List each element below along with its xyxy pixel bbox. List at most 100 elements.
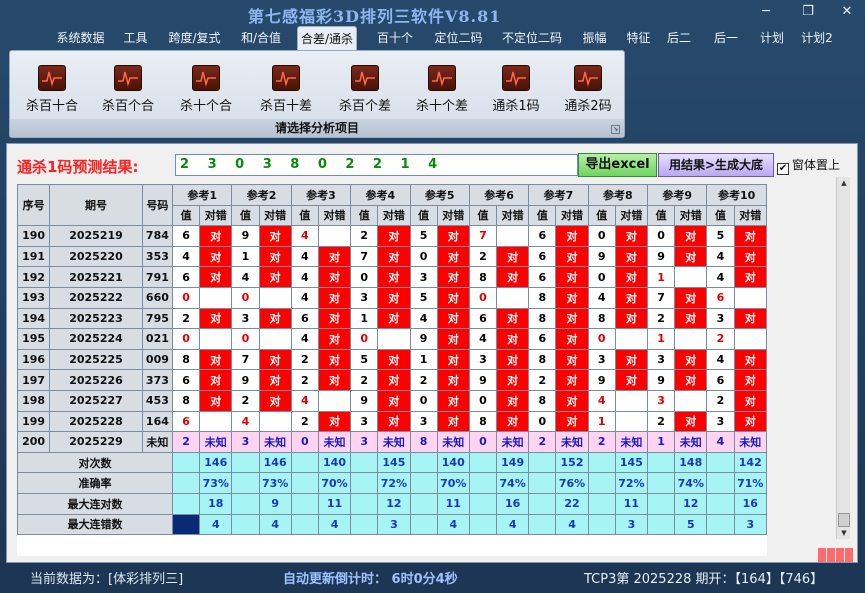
prediction-label: 通杀1码预测结果:: [17, 158, 139, 176]
row-value: 0: [646, 225, 676, 247]
menu-item-9[interactable]: 特征: [622, 26, 655, 50]
ribbon-tool-5[interactable]: 杀十个差: [407, 65, 477, 115]
row-result: 对: [674, 410, 708, 433]
current-row[interactable]: 200 2025229 未知 2 未知 3 未知 0 未知 3 未知 8 未知 0 未知 2 未知 2 未知 1 未知 4…: [17, 431, 767, 453]
ribbon-expand-icon[interactable]: ↘: [611, 125, 620, 134]
stat-spacer: [468, 451, 498, 474]
row-value: 2: [468, 245, 498, 268]
generate-base-button[interactable]: 用结果>生成大底: [658, 153, 774, 177]
minimize-button[interactable]: ─: [752, 3, 780, 21]
checkbox-check-icon[interactable]: ✔: [777, 163, 789, 175]
scrollbar-thumb[interactable]: [838, 513, 850, 527]
table-row[interactable]: 193 2025222 660 0 0 4 对 3 对 5 对 0 8 对 4 对 7 对 6: [17, 286, 767, 309]
table-row[interactable]: 195 2025224 021 0 0 4 对 0 9 对 4 对 6 对 0 1 2: [17, 328, 767, 350]
menu-item-1[interactable]: 工具: [121, 26, 150, 50]
row-result: 对: [258, 266, 292, 288]
stat-row: 最大连对数 18 9 11 12 11 16 22 11 12 16: [17, 492, 767, 515]
row-result: 对: [258, 307, 292, 330]
row-result: [258, 328, 292, 350]
row-number: 353: [141, 245, 174, 268]
current-value: 2: [528, 431, 557, 453]
current-value: 2: [171, 431, 201, 453]
ribbon-tool-4[interactable]: 杀百个差: [330, 65, 400, 115]
row-number: 009: [141, 348, 174, 371]
menu-item-6[interactable]: 定位二码: [430, 26, 487, 50]
row-result: 对: [614, 307, 649, 330]
current-result: 未知: [436, 431, 470, 453]
table-row[interactable]: 190 2025219 784 6 对 9 对 4 2 对 5 对 7 6 对 0 对 0 对 5 对: [17, 225, 767, 247]
chart-tool-icon: [502, 65, 530, 91]
table-row[interactable]: 196 2025225 009 8 对 7 对 2 对 5 对 1 对 3 对 8 对 3 对 3 对 4 对: [17, 348, 767, 371]
menu-item-8[interactable]: 振幅: [578, 26, 611, 50]
menu-item-0[interactable]: 系统数据: [52, 26, 109, 50]
ribbon-tool-7[interactable]: 通杀2码: [553, 65, 623, 115]
menu-item-12[interactable]: 计划: [757, 26, 787, 50]
stat-row: 对次数 146 146 140 145 140 149 152 145 148 142: [17, 451, 767, 474]
row-result: 对: [496, 410, 530, 433]
row-value: 9: [231, 225, 260, 247]
row-result: 对: [555, 348, 589, 371]
stat-row: 准确率 73% 73% 70% 72% 70% 74% 76% 72% 74% 71%: [17, 472, 767, 494]
row-result: [199, 410, 233, 433]
table-row[interactable]: 197 2025226 373 6 对 9 对 2 对 2 对 2 对 9 对 2 对 9 对 9 对 6 对: [17, 369, 767, 391]
scroll-down-icon[interactable]: ▼: [838, 527, 850, 539]
row-result: 对: [317, 369, 352, 391]
vertical-scrollbar[interactable]: ▲ ▼: [836, 177, 850, 539]
stat-value: 72%: [377, 472, 411, 494]
menu-item-2[interactable]: 跨度/复式: [165, 26, 224, 50]
table-row[interactable]: 194 2025223 795 2 对 3 对 6 对 1 对 4 对 6 对 8 对 8 对 2 对 3 对: [17, 307, 767, 330]
row-value: 4: [290, 389, 319, 412]
chart-tool-icon: [351, 65, 379, 91]
row-value: 5: [409, 286, 438, 309]
stat-value: 3: [614, 513, 649, 536]
ribbon-tool-6[interactable]: 通杀1码: [481, 65, 551, 115]
prediction-value[interactable]: 2 3 0 3 8 0 2 2 1 4: [175, 154, 578, 176]
status-countdown: 自动更新倒计时： 6时0分4秒: [283, 572, 458, 587]
table-row[interactable]: 192 2025221 791 6 对 4 对 4 对 0 对 3 对 8 对 6 对 0 对 1 4 对: [17, 266, 767, 288]
table-row[interactable]: 199 2025228 164 6 4 2 对 3 对 3 对 8 对 0 对 1 2 对 3 对: [17, 410, 767, 433]
row-result: 对: [436, 245, 470, 268]
row-result: 对: [436, 389, 470, 412]
menu-item-10[interactable]: 后二: [664, 26, 694, 50]
current-value: 3: [231, 431, 260, 453]
menu-item-7[interactable]: 不定位二码: [497, 26, 567, 50]
row-value: 9: [587, 369, 616, 391]
export-excel-button[interactable]: 导出excel: [578, 153, 657, 177]
stat-value: 4: [436, 513, 470, 536]
ribbon-tool-2[interactable]: 杀十个合: [171, 65, 241, 115]
close-button[interactable]: ✕: [833, 3, 861, 21]
stat-value: 16: [733, 492, 767, 515]
stat-value: 145: [614, 451, 649, 474]
row-issue: 2025224: [49, 328, 143, 350]
resize-grip[interactable]: [818, 547, 854, 562]
menu-item-4[interactable]: 合差/通杀: [297, 26, 357, 50]
table-row[interactable]: 198 2025227 453 8 对 2 对 4 9 对 0 对 0 对 8 对 4 3 2 对: [17, 389, 767, 412]
stat-spacer: [231, 492, 260, 515]
maximize-button[interactable]: ❐: [794, 3, 822, 21]
row-result: 对: [436, 348, 470, 371]
ribbon-tool-1[interactable]: 杀百个合: [93, 65, 163, 115]
status-current-data: 当前数据为：[体彩排列三]: [30, 572, 184, 587]
stat-value: 12: [674, 492, 708, 515]
subheader-value: 值: [171, 204, 201, 227]
subheader-result: 对错: [733, 204, 767, 227]
row-result: [614, 410, 649, 433]
row-result: 对: [733, 389, 767, 412]
row-result: 对: [377, 286, 411, 309]
menu-item-11[interactable]: 后一: [711, 26, 741, 50]
menu-item-13[interactable]: 计划2: [797, 26, 837, 50]
menu-item-5[interactable]: 百十个: [375, 26, 415, 50]
scroll-up-icon[interactable]: ▲: [838, 177, 850, 189]
topmost-checkbox[interactable]: ✔ 窗体置上: [777, 156, 840, 175]
ribbon-tool-3[interactable]: 杀百十差: [251, 65, 321, 115]
row-result: 对: [436, 266, 470, 288]
row-number: 784: [141, 225, 174, 247]
table-row[interactable]: 191 2025220 353 4 对 1 对 4 对 7 对 0 对 2 对 6 对 9 对 9 对 4 对: [17, 245, 767, 268]
ribbon-tool-0[interactable]: 杀百十合: [17, 65, 87, 115]
subheader-value: 值: [646, 204, 676, 227]
menu-item-3[interactable]: 和/合值: [238, 26, 284, 50]
stat-spacer: [646, 492, 676, 515]
row-value: 3: [646, 389, 676, 412]
row-value: 4: [409, 307, 438, 330]
row-result: 对: [555, 389, 589, 412]
